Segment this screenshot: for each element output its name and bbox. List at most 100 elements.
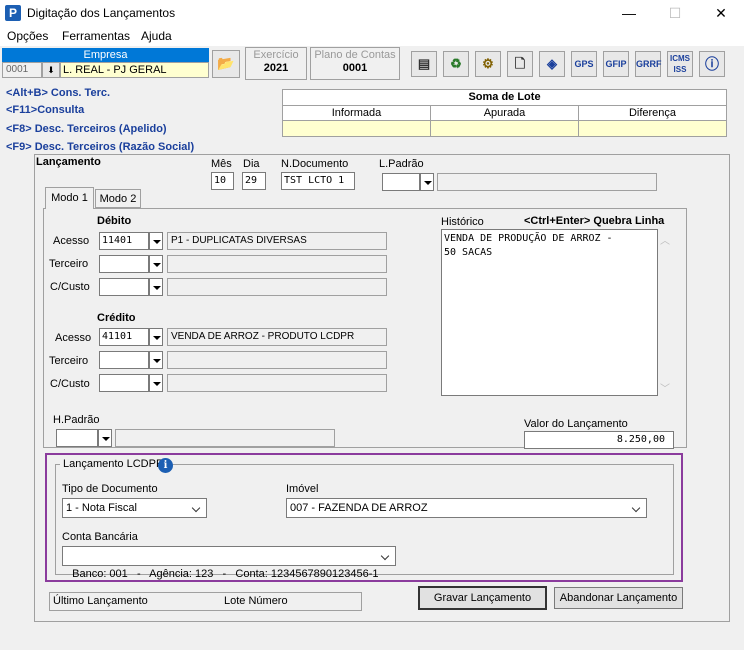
credito-ccusto-desc [167, 374, 387, 392]
scroll-down-icon[interactable]: ﹀ [660, 380, 670, 395]
shortcut-desc-razao: <F9> Desc. Terceiros (Razão Social) [6, 141, 195, 153]
historico-line-1: VENDA DE PRODUÇÃO DE ARROZ - [444, 233, 613, 244]
debito-ccusto-desc [167, 278, 387, 296]
open-folder-icon[interactable]: 📂 [212, 50, 240, 78]
credito-ccusto-dropdown-icon[interactable] [149, 374, 163, 392]
shortcut-consulta: <F11>Consulta [6, 104, 85, 116]
conta-label: Conta Bancária [62, 531, 138, 543]
ndoc-input[interactable]: TST LCTO 1 [281, 172, 355, 190]
soma-lote-table: Soma de Lote Informada Apurada Diferença [282, 89, 727, 137]
credito-acesso-input[interactable]: 41101 [99, 328, 149, 346]
navigate-icon[interactable]: ◈ [539, 51, 565, 77]
tipo-doc-label: Tipo de Documento [62, 483, 158, 495]
debito-acesso-label: Acesso [53, 235, 90, 247]
lpadrao-label: L.Padrão [379, 158, 424, 170]
mes-input[interactable]: 10 [211, 172, 234, 190]
valor-input[interactable]: 8.250,00 [524, 431, 674, 449]
plano-value: 0001 [342, 62, 368, 74]
chevron-down-icon [630, 501, 644, 515]
debito-acesso-input[interactable]: 11401 [99, 232, 149, 250]
gps-button[interactable]: GPS [571, 51, 597, 77]
exercicio-value: 2021 [263, 62, 289, 74]
credito-terceiro-dropdown-icon[interactable] [149, 351, 163, 369]
minimize-button[interactable]: — [606, 0, 652, 27]
new-doc-icon[interactable]: 🗋 [507, 51, 533, 77]
historico-label: Histórico [441, 216, 484, 228]
abandonar-button[interactable]: Abandonar Lançamento [554, 587, 683, 609]
empresa-down-icon[interactable]: ⬇ [42, 62, 60, 78]
menu-ajuda[interactable]: Ajuda [141, 29, 172, 43]
debito-terceiro-dropdown-icon[interactable] [149, 255, 163, 273]
report-icon[interactable]: ▤ [411, 51, 437, 77]
imovel-select[interactable]: 007 - FAZENDA DE ARROZ [286, 498, 647, 518]
settings-doc-icon[interactable]: ⚙ [475, 51, 501, 77]
recycle-icon[interactable]: ♻ [443, 51, 469, 77]
hpadrao-dropdown-icon[interactable] [98, 429, 112, 447]
info-icon[interactable]: ⓘ [699, 51, 725, 77]
empresa-code: 0001 [2, 62, 42, 78]
lote-label: Lote Número [224, 595, 288, 607]
credito-title: Crédito [97, 312, 136, 324]
col-informada: Informada [283, 106, 431, 120]
empresa-header: Empresa [2, 48, 209, 62]
exercicio-label: Exercício [253, 49, 299, 61]
lcdpr-info-icon[interactable]: i [158, 458, 173, 473]
credito-ccusto-input[interactable] [99, 374, 149, 392]
menu-ferramentas[interactable]: Ferramentas [62, 29, 130, 43]
menu-opcoes[interactable]: Opções [7, 29, 48, 43]
debito-terceiro-input[interactable] [99, 255, 149, 273]
ultimo-lancamento-box: Último Lançamento Lote Número [49, 592, 362, 611]
ultimo-label: Último Lançamento [53, 595, 148, 607]
grrf-button[interactable]: GRRF [635, 51, 662, 77]
val-informada [283, 121, 431, 136]
dia-label: Dia [243, 158, 260, 170]
hpadrao-desc [115, 429, 335, 447]
debito-title: Débito [97, 215, 132, 227]
gravar-button[interactable]: Gravar Lançamento [418, 586, 547, 610]
conta-select[interactable]: Banco: 001 - Agência: 123 - Conta: 12345… [62, 546, 396, 580]
debito-ccusto-input[interactable] [99, 278, 149, 296]
debito-ccusto-label: C/Custo [50, 281, 90, 293]
imovel-value: 007 - FAZENDA DE ARROZ [290, 502, 428, 514]
scroll-up-icon[interactable]: ︿ [660, 232, 670, 247]
close-button[interactable]: ✕ [698, 0, 744, 27]
icms-iss-button[interactable]: ICMS ISS [667, 51, 693, 77]
credito-acesso-desc: VENDA DE ARROZ - PRODUTO LCDPR [167, 328, 387, 346]
lpadrao-desc [437, 173, 657, 191]
credito-acesso-dropdown-icon[interactable] [149, 328, 163, 346]
dia-input[interactable]: 29 [242, 172, 266, 190]
title-bar: P Digitação dos Lançamentos — ☐ ✕ [0, 0, 744, 27]
exercicio-box: Exercício 2021 [245, 47, 307, 80]
debito-terceiro-label: Terceiro [49, 258, 89, 270]
tipo-doc-value: 1 - Nota Fiscal [66, 502, 137, 514]
plano-label: Plano de Contas [314, 49, 396, 61]
window-title: Digitação dos Lançamentos [27, 6, 176, 20]
hpadrao-label: H.Padrão [53, 414, 100, 426]
lpadrao-input[interactable] [382, 173, 420, 191]
soma-lote-title: Soma de Lote [283, 90, 726, 106]
credito-terceiro-desc [167, 351, 387, 369]
valor-label: Valor do Lançamento [524, 418, 628, 430]
gfip-button[interactable]: GFIP [603, 51, 629, 77]
historico-textarea[interactable]: VENDA DE PRODUÇÃO DE ARROZ - 50 SACAS [441, 229, 658, 396]
maximize-button[interactable]: ☐ [652, 0, 698, 27]
chevron-down-icon [190, 501, 204, 515]
tipo-doc-select[interactable]: 1 - Nota Fiscal [62, 498, 207, 518]
hpadrao-input[interactable] [56, 429, 98, 447]
lcdpr-title: Lançamento LCDPR [60, 457, 167, 471]
historico-hint: <Ctrl+Enter> Quebra Linha [524, 215, 665, 227]
col-diferenca: Diferença [628, 107, 677, 119]
credito-acesso-label: Acesso [55, 332, 92, 344]
col-apurada: Apurada [431, 106, 579, 120]
credito-ccusto-label: C/Custo [50, 378, 90, 390]
debito-terceiro-desc [167, 255, 387, 273]
tab-modo-2[interactable]: Modo 2 [95, 189, 141, 208]
chevron-down-icon [379, 549, 393, 563]
tab-modo-1[interactable]: Modo 1 [45, 187, 94, 209]
historico-line-2: 50 SACAS [444, 247, 493, 258]
credito-terceiro-input[interactable] [99, 351, 149, 369]
lpadrao-dropdown-icon[interactable] [420, 173, 434, 191]
debito-ccusto-dropdown-icon[interactable] [149, 278, 163, 296]
val-apurada [431, 121, 579, 136]
debito-acesso-dropdown-icon[interactable] [149, 232, 163, 250]
